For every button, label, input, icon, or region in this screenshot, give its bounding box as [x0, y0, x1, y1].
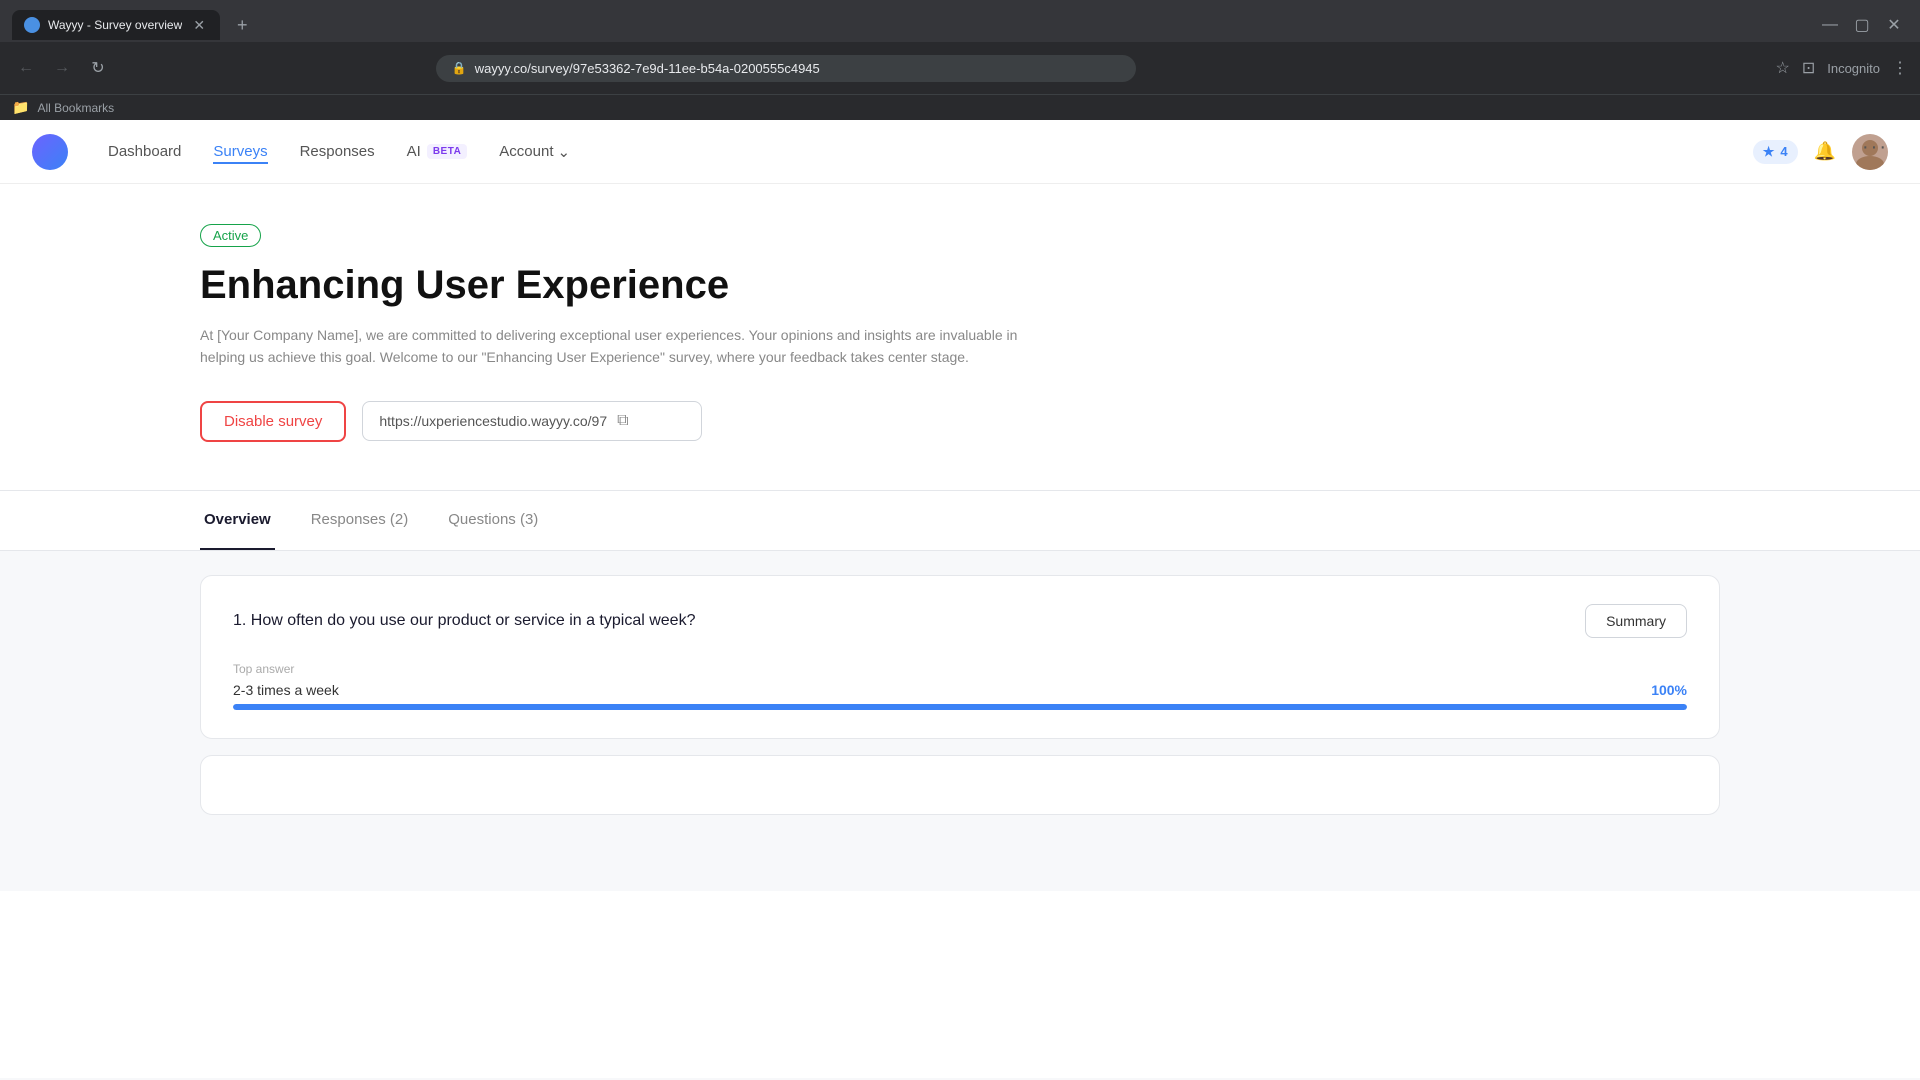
window-controls: — ▢ ✕ — [1816, 11, 1908, 39]
progress-bar — [233, 704, 1687, 710]
bookmarks-folder-icon: 📁 — [12, 99, 29, 116]
nav-ai[interactable]: AI BETA — [407, 143, 468, 160]
new-tab-button[interactable]: + — [228, 11, 256, 39]
question-card-1: 1. How often do you use our product or s… — [200, 575, 1720, 739]
top-answer-label: Top answer — [233, 662, 1687, 676]
copy-url-button[interactable]: ⧉ — [617, 412, 628, 430]
more-options-button[interactable]: ··· — [1862, 136, 1888, 159]
question-text-1: 1. How often do you use our product or s… — [233, 612, 695, 630]
tab-close-btn[interactable]: ✕ — [190, 16, 208, 34]
tabs-bar: Overview Responses (2) Questions (3) — [0, 491, 1920, 551]
all-bookmarks-label[interactable]: All Bookmarks — [37, 101, 114, 115]
tab-title: Wayyy - Survey overview — [48, 18, 182, 32]
nav-responses[interactable]: Responses — [300, 139, 375, 164]
bookmark-star-icon[interactable]: ☆ — [1775, 58, 1789, 78]
notif-icon: ★ — [1763, 144, 1775, 160]
forward-button[interactable]: → — [48, 54, 76, 82]
survey-actions: Disable survey https://uxperiencestudio.… — [200, 401, 1720, 442]
question-header: 1. How often do you use our product or s… — [233, 604, 1687, 638]
tab-responses[interactable]: Responses (2) — [307, 491, 413, 550]
top-answer-pct: 100% — [1651, 682, 1687, 698]
nav-account-label: Account — [499, 143, 553, 160]
app-logo[interactable] — [32, 134, 68, 170]
content-area: Overview Responses (2) Questions (3) 1. … — [0, 491, 1920, 891]
question-card-2 — [200, 755, 1720, 815]
extensions-icon[interactable]: ⋮ — [1892, 58, 1908, 78]
survey-description: At [Your Company Name], we are committed… — [200, 324, 1040, 369]
toolbar-right: ☆ ⊡ Incognito ⋮ — [1775, 58, 1908, 78]
url-text: wayyy.co/survey/97e53362-7e9d-11ee-b54a-… — [475, 61, 820, 76]
question-number: 1. — [233, 612, 246, 629]
survey-url-text: https://uxperiencestudio.wayyy.co/97 — [379, 413, 607, 429]
reader-mode-icon[interactable]: ⊡ — [1802, 58, 1815, 78]
app-container: Dashboard Surveys Responses AI BETA Acco… — [0, 120, 1920, 1078]
disable-survey-button[interactable]: Disable survey — [200, 401, 346, 442]
minimize-button[interactable]: — — [1816, 11, 1844, 39]
notif-count: 4 — [1780, 144, 1787, 159]
close-window-button[interactable]: ✕ — [1880, 11, 1908, 39]
back-button[interactable]: ← — [12, 54, 40, 82]
progress-bar-fill — [233, 704, 1687, 710]
address-bar[interactable]: 🔒 wayyy.co/survey/97e53362-7e9d-11ee-b54… — [436, 55, 1136, 82]
status-badge: Active — [200, 224, 261, 247]
bell-icon[interactable]: 🔔 — [1814, 141, 1836, 162]
tab-favicon — [24, 17, 40, 33]
browser-toolbar: ← → ↻ 🔒 wayyy.co/survey/97e53362-7e9d-11… — [0, 42, 1920, 94]
nav-dashboard[interactable]: Dashboard — [108, 139, 181, 164]
top-answer-text: 2-3 times a week — [233, 682, 339, 698]
maximize-button[interactable]: ▢ — [1848, 11, 1876, 39]
refresh-button[interactable]: ↻ — [84, 54, 112, 82]
notification-badge[interactable]: ★ 4 — [1753, 140, 1798, 164]
lock-icon: 🔒 — [452, 61, 467, 75]
nav-account[interactable]: Account ⌄ — [499, 143, 570, 161]
browser-chrome: Wayyy - Survey overview ✕ + — ▢ ✕ ← → ↻ … — [0, 0, 1920, 120]
active-tab[interactable]: Wayyy - Survey overview ✕ — [12, 10, 220, 40]
nav-ai-label: AI — [407, 143, 421, 160]
tab-bar: Wayyy - Survey overview ✕ + — ▢ ✕ — [0, 0, 1920, 42]
survey-url-box: https://uxperiencestudio.wayyy.co/97 ⧉ — [362, 401, 702, 441]
answer-row: 2-3 times a week 100% — [233, 682, 1687, 698]
summary-button[interactable]: Summary — [1585, 604, 1687, 638]
account-chevron-icon: ⌄ — [558, 143, 571, 161]
nav-surveys[interactable]: Surveys — [213, 139, 267, 164]
tab-questions[interactable]: Questions (3) — [444, 491, 542, 550]
top-nav: Dashboard Surveys Responses AI BETA Acco… — [0, 120, 1920, 184]
survey-title: Enhancing User Experience — [200, 263, 1720, 308]
incognito-label: Incognito — [1827, 61, 1880, 76]
bookmarks-bar: 📁 All Bookmarks — [0, 94, 1920, 120]
question-body: How often do you use our product or serv… — [251, 612, 696, 629]
beta-badge: BETA — [427, 144, 467, 159]
survey-header: Active Enhancing User Experience At [You… — [0, 184, 1920, 491]
tab-overview[interactable]: Overview — [200, 491, 275, 550]
